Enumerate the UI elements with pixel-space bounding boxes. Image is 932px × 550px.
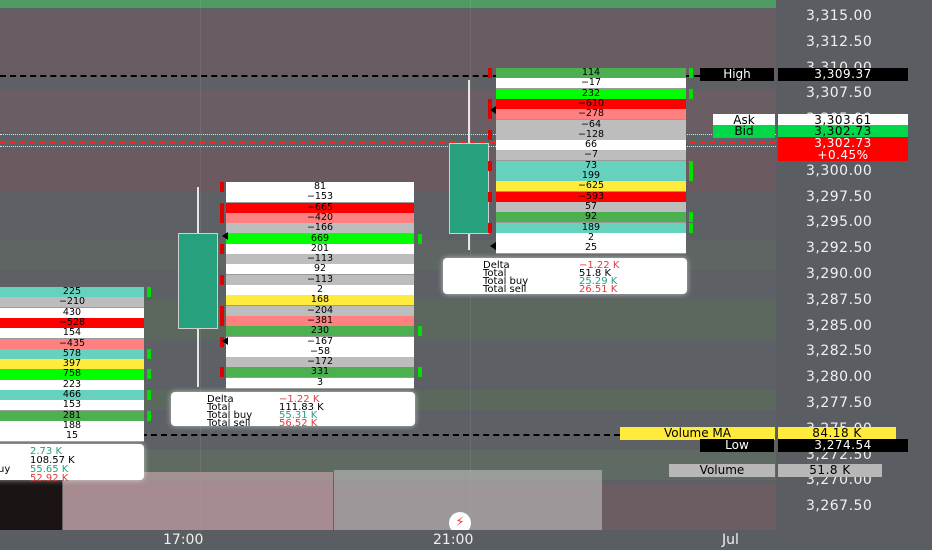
chart-area[interactable]: ⚡ 225 −210 430 −528 154 −435 578 397 758 223 466 15…: [0, 0, 776, 530]
bid-tag-label: Bid: [713, 125, 775, 138]
volume-tag-label: Volume: [669, 464, 775, 477]
price-label: 3,285.00: [806, 317, 873, 334]
sell-value: 56.52 K: [279, 418, 318, 429]
price-label: 3,300.00: [806, 162, 873, 179]
volume-tag-value: 51.8 K: [778, 464, 882, 477]
price-label: 3,315.00: [806, 8, 873, 24]
imbalance-marker: [147, 410, 151, 421]
imbalance-marker: [689, 212, 693, 223]
imbalance-marker: [488, 160, 492, 171]
imbalance-marker: [147, 369, 151, 380]
price-label: 3,287.50: [806, 291, 873, 308]
price-label: 3,290.00: [806, 266, 873, 282]
price-label: 3,297.50: [806, 188, 873, 205]
candle-body[interactable]: [178, 233, 218, 329]
tradingview-logo-icon[interactable]: ⚡: [449, 512, 471, 530]
poc-arrow-icon: [222, 232, 228, 240]
imbalance-marker: [689, 68, 693, 78]
price-label: 3,277.50: [806, 395, 873, 411]
footprint-cell: 25: [496, 243, 686, 255]
imbalance-marker: [418, 326, 422, 337]
footprint-cell: 3: [226, 377, 414, 389]
poc-arrow-icon: [490, 242, 496, 250]
imbalance-marker: [488, 68, 492, 78]
time-label: 17:00: [163, 532, 204, 548]
imbalance-marker: [488, 222, 492, 233]
time-axis[interactable]: 17:00 21:00 Jul: [0, 530, 776, 550]
sell-value: 52.92 K: [30, 473, 69, 484]
high-tag-value: 3,309.37: [778, 68, 908, 81]
price-label: 3,280.00: [806, 369, 873, 386]
imbalance-marker: [689, 222, 693, 233]
imbalance-marker: [220, 243, 224, 254]
time-label: 21:00: [433, 532, 474, 548]
imbalance-marker: [418, 367, 422, 378]
imbalance-marker: [220, 367, 224, 378]
band: [0, 0, 776, 8]
sell-label: Total sell: [483, 284, 527, 295]
imbalance-marker: [689, 160, 693, 171]
imbalance-marker: [220, 182, 224, 192]
price-label: 3,292.50: [806, 240, 873, 257]
buy-label: uy: [0, 464, 11, 475]
summary-box-left: 2.73 K 108.57 K uy 55.65 K 52.92 K: [0, 444, 144, 484]
imbalance-marker: [147, 390, 151, 400]
poc-arrow-icon: [490, 106, 496, 114]
imbalance-marker: [220, 305, 224, 316]
imbalance-marker: [220, 212, 224, 223]
imbalance-marker: [488, 129, 492, 140]
price-label: 3,295.00: [806, 214, 873, 231]
price-label: 3,267.50: [806, 498, 873, 515]
price-label: 3,312.50: [806, 33, 873, 50]
last-price-change: +0.45%: [817, 148, 869, 162]
imbalance-marker: [147, 287, 151, 297]
candle-body[interactable]: [449, 143, 489, 234]
last-price-tag: 3,302.73 +0.45%: [778, 137, 908, 161]
imbalance-marker: [418, 233, 422, 244]
imbalance-marker: [220, 315, 224, 326]
imbalance-marker: [220, 202, 224, 213]
low-tag-value: 3,274.54: [778, 439, 908, 452]
price-label: 3,282.50: [806, 343, 873, 360]
volume-bar: [63, 472, 333, 530]
price-label: 3,307.50: [806, 85, 873, 102]
sell-value: 26.51 K: [579, 284, 618, 295]
imbalance-marker: [689, 171, 693, 181]
time-label: Jul: [722, 532, 739, 548]
summary-box-right: Delta −1.22 K Total 51.8 K Total buy 25.…: [443, 258, 687, 295]
volume-bar: [0, 480, 62, 530]
imbalance-marker: [488, 191, 492, 202]
summary-box-mid: Delta −1.22 K Total 111.83 K Total buy 5…: [171, 392, 415, 429]
low-tag-label: Low: [700, 439, 774, 452]
poc-arrow-icon: [222, 337, 228, 345]
sell-label: Total sell: [207, 418, 251, 429]
imbalance-marker: [220, 274, 224, 285]
footprint-cell: 15: [0, 431, 144, 443]
high-tag-label: High: [700, 68, 774, 81]
imbalance-marker: [147, 348, 151, 359]
imbalance-marker: [689, 88, 693, 99]
